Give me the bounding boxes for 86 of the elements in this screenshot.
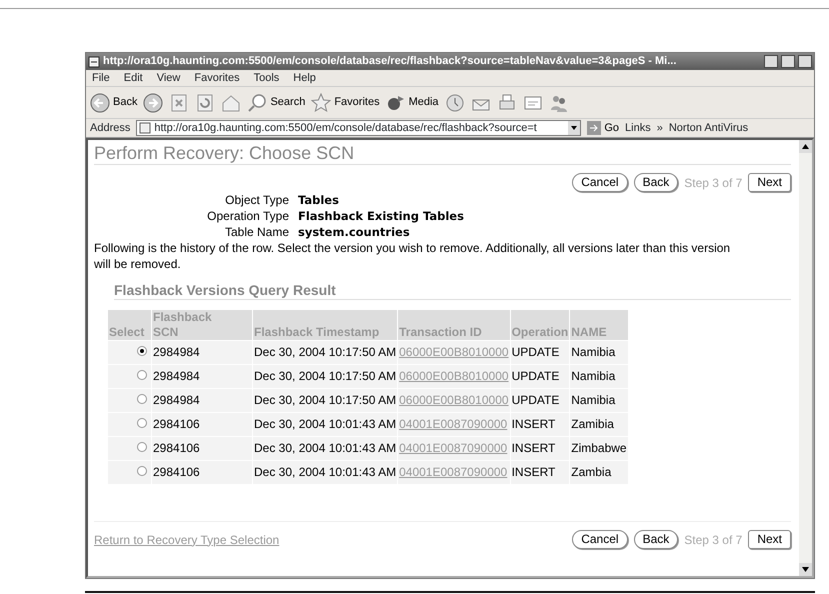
detail-label: Object Type (224, 192, 289, 208)
forward-button[interactable] (143, 92, 164, 112)
favorites-button[interactable]: Favorites (311, 92, 380, 112)
menu-item[interactable]: Help (293, 70, 316, 86)
stop-icon (169, 92, 190, 112)
close-button[interactable] (798, 55, 812, 68)
table-cell: Dec 30, 2004 10:01:43 AM (253, 413, 398, 436)
detail-label: Table Name (224, 224, 289, 240)
refresh-button[interactable] (195, 92, 216, 112)
address-field[interactable]: http://ora10g.haunting.com:5500/em/console/database/rec/flashback?source=t (136, 120, 582, 136)
radio-button[interactable] (137, 370, 147, 380)
menu-item[interactable]: Edit (124, 70, 143, 86)
back-button[interactable]: Back (634, 173, 678, 192)
address-label: Address (90, 120, 130, 136)
table-cell: UPDATE (510, 389, 570, 412)
table-cell: Namibia (570, 341, 628, 364)
search-icon (247, 92, 268, 112)
table-cell: 2984984 (152, 389, 252, 412)
menu-item[interactable]: File (92, 70, 110, 86)
table-cell: Dec 30, 2004 10:17:50 AM (253, 341, 398, 364)
menu-item[interactable]: View (156, 70, 180, 86)
table-cell: Zamibia (570, 413, 628, 436)
norton-label[interactable]: Norton AntiVirus (668, 120, 748, 136)
detail-value: Tables (298, 192, 340, 208)
next-button[interactable]: Next (748, 173, 791, 192)
table-cell: 2984984 (152, 365, 252, 388)
search-button[interactable]: Search (247, 92, 306, 112)
step-indicator: Step 3 of 7 (684, 532, 742, 548)
table-cell: INSERT (510, 413, 570, 436)
print-button[interactable] (496, 92, 517, 112)
history-button[interactable] (444, 92, 465, 112)
detail-value: system.countries (298, 224, 411, 240)
column-header: Flashback Timestamp (253, 310, 398, 340)
radio-button[interactable] (137, 418, 147, 428)
table-cell: Zimbabwe (570, 437, 628, 460)
column-header: Select (108, 310, 151, 340)
table-cell: 2984106 (152, 461, 252, 484)
refresh-icon (195, 92, 216, 112)
go-button[interactable]: Go (587, 120, 620, 136)
detail-value: Flashback Existing Tables (298, 208, 465, 224)
menu-item[interactable]: Favorites (194, 70, 240, 86)
printer-icon (496, 92, 517, 112)
star-icon (311, 92, 332, 112)
maximize-button[interactable] (781, 55, 795, 68)
section-title: Flashback Versions Query Result (114, 281, 791, 300)
table-cell: UPDATE (510, 365, 570, 388)
table-cell: INSERT (510, 437, 570, 460)
cancel-button[interactable]: Cancel (572, 530, 628, 549)
stop-button[interactable] (169, 92, 190, 112)
radio-button[interactable] (137, 346, 147, 356)
page-title: Perform Recovery: Choose SCN (94, 142, 791, 165)
table-cell: Dec 30, 2004 10:01:43 AM (253, 437, 398, 460)
radio-button[interactable] (137, 466, 147, 476)
back-button[interactable]: Back (90, 92, 138, 112)
back-button[interactable]: Back (634, 530, 678, 549)
table-cell: INSERT (510, 461, 570, 484)
column-header: NAME (570, 310, 628, 340)
house-icon (221, 92, 242, 112)
table-cell: 2984984 (152, 341, 252, 364)
media-button[interactable]: Media (386, 92, 439, 112)
table-cell: Dec 30, 2004 10:17:50 AM (253, 389, 398, 412)
column-header: Flashback SCN (152, 310, 252, 340)
next-button[interactable]: Next (748, 530, 791, 549)
column-header: Operation (510, 310, 570, 340)
table-cell: Namibia (570, 365, 628, 388)
table-cell: Dec 30, 2004 10:01:43 AM (253, 461, 398, 484)
detail-label: Operation Type (206, 208, 289, 224)
table-cell: 2984106 (152, 437, 252, 460)
window-title: http://ora10g.haunting.com:5500/em/console/database/rec/flashback?source=tableNav&value=3&pageS - Mi... (103, 54, 678, 70)
table-cell: Namibia (570, 389, 628, 412)
clock-icon (444, 92, 465, 112)
chevron-text[interactable]: » (656, 120, 663, 136)
radio-button[interactable] (137, 442, 147, 452)
home-button[interactable] (221, 92, 242, 112)
radio-button[interactable] (137, 394, 147, 404)
table-cell: Zambia (570, 461, 628, 484)
links-label[interactable]: Links (625, 120, 651, 136)
column-header: Transaction ID (398, 310, 510, 340)
step-indicator: Step 3 of 7 (684, 174, 742, 192)
minimize-button[interactable] (764, 55, 778, 68)
menu-item[interactable]: Tools (254, 70, 280, 86)
table-cell: UPDATE (510, 341, 570, 364)
description-text: Following is the history of the row. Select the version you wish to remove. Additionally, all versions later than this version will be removed. (94, 240, 732, 272)
cancel-button[interactable]: Cancel (572, 173, 628, 192)
table-cell: 2984106 (152, 413, 252, 436)
table-cell: Dec 30, 2004 10:17:50 AM (253, 365, 398, 388)
